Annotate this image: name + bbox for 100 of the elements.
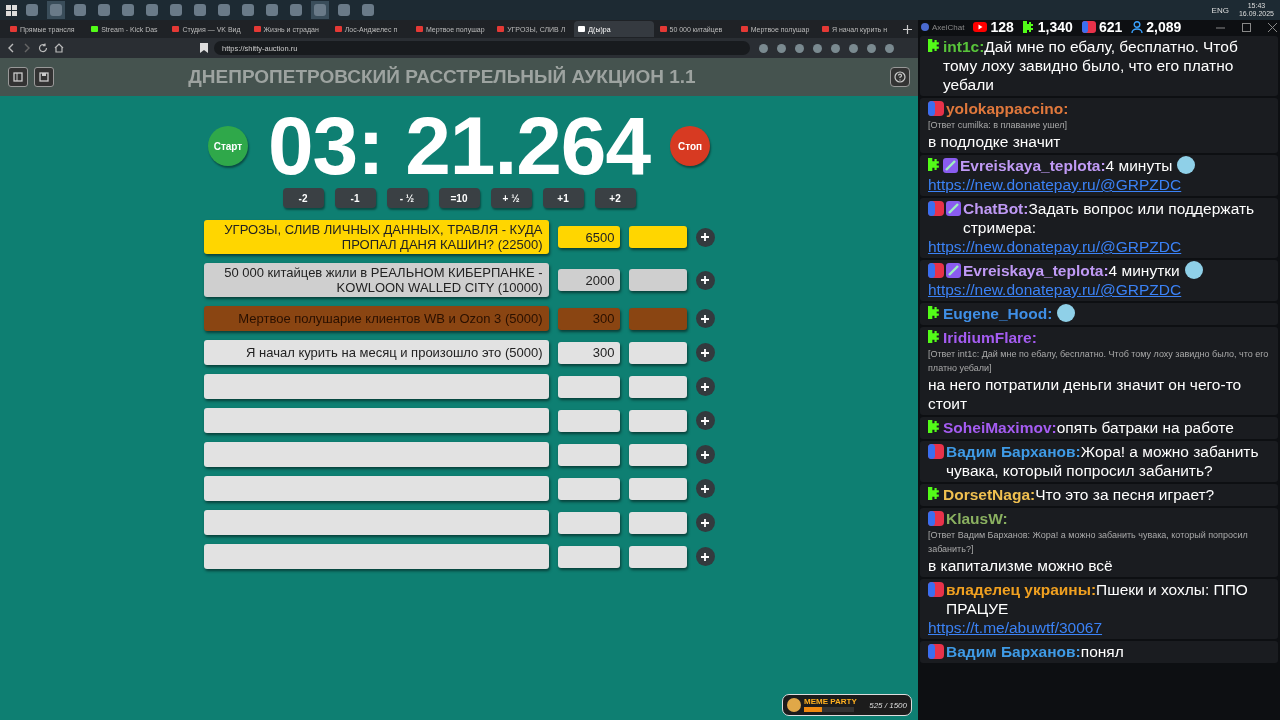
- time-adjust-button[interactable]: +1: [542, 188, 584, 208]
- app-icon[interactable]: [359, 1, 377, 19]
- time-adjust-button[interactable]: - ½: [386, 188, 428, 208]
- add-button[interactable]: [695, 227, 715, 247]
- lot-amount-field[interactable]: [557, 545, 620, 568]
- chat-link[interactable]: https://t.me/abuwtf/30067: [928, 619, 1103, 636]
- bid-input-field[interactable]: [628, 341, 687, 364]
- add-button[interactable]: [695, 547, 715, 566]
- plus-icon: [701, 416, 709, 425]
- forward-icon[interactable]: [22, 43, 32, 53]
- time-adjust-button[interactable]: + ½: [490, 188, 532, 208]
- add-button[interactable]: [695, 343, 715, 362]
- add-button[interactable]: [695, 513, 715, 532]
- app-icon[interactable]: [191, 1, 209, 19]
- page-title: ДНЕПРОПЕТРОВСКИЙ РАССТРЕЛЬНЫЙ АУКЦИОН 1.1: [187, 66, 697, 88]
- lot-amount-field[interactable]: 6500: [557, 226, 620, 248]
- app-icon[interactable]: [71, 1, 89, 19]
- app-icon[interactable]: [239, 1, 257, 19]
- app-icon[interactable]: [47, 1, 65, 19]
- plus-icon: [701, 552, 709, 561]
- home-icon[interactable]: [54, 43, 64, 53]
- add-button[interactable]: [695, 309, 715, 328]
- lot-name-field[interactable]: [203, 374, 549, 399]
- close-icon[interactable]: [1268, 22, 1277, 32]
- new-tab-icon[interactable]: [903, 24, 913, 34]
- bid-input-field[interactable]: [628, 409, 687, 432]
- lot-amount-field[interactable]: 2000: [557, 269, 620, 291]
- bid-input-field[interactable]: [628, 477, 687, 500]
- lot-name-field[interactable]: [203, 476, 549, 501]
- menu-button[interactable]: [8, 67, 28, 87]
- lot-amount-field[interactable]: [557, 409, 620, 432]
- app-icon[interactable]: [95, 1, 113, 19]
- bid-input-field[interactable]: [628, 375, 687, 398]
- lot-amount-field[interactable]: [557, 511, 620, 534]
- lot-name-field[interactable]: [203, 544, 549, 569]
- add-button[interactable]: [695, 445, 715, 464]
- chat-message-text: Evreiskaya_teplota:4 минуты: [960, 156, 1173, 175]
- plus-icon: [701, 518, 709, 527]
- language-indicator[interactable]: ENG: [1211, 5, 1229, 15]
- app-icon[interactable]: [119, 1, 137, 19]
- time-adjust-button[interactable]: -2: [282, 188, 324, 208]
- plus-icon: [701, 314, 709, 323]
- windows-logo-icon[interactable]: [6, 4, 17, 16]
- lot-name-field[interactable]: УГРОЗЫ, СЛИВ ЛИЧНЫХ ДАННЫХ, ТРАВЛЯ - КУДА ПРОПАЛ ДАНЯ КАШИН? (22500): [203, 220, 549, 254]
- add-button[interactable]: [695, 377, 715, 396]
- time-adjust-button[interactable]: -1: [334, 188, 376, 208]
- bid-input-field[interactable]: [628, 269, 687, 291]
- widget-count: 525 / 1500: [869, 700, 907, 710]
- lot-amount-field[interactable]: [557, 443, 620, 466]
- add-button[interactable]: [695, 411, 715, 430]
- bookmark-icon[interactable]: [200, 43, 208, 53]
- viewer-count: 621: [1098, 19, 1123, 35]
- chat-message-text: в подлодке значит: [928, 132, 1062, 151]
- chat-message-text: KlausW:: [946, 509, 1008, 528]
- app-name: AxelChat: [932, 22, 965, 32]
- chat-message-text: int1c:Дай мне по ебалу, бесплатно. Чтоб тому лоху завидно было, что его платно уебали: [943, 37, 1239, 94]
- bid-input-field[interactable]: [628, 307, 687, 330]
- help-button[interactable]: [890, 67, 910, 87]
- app-icon[interactable]: [311, 1, 329, 19]
- bid-input-field[interactable]: [628, 443, 687, 466]
- question-icon: [894, 71, 906, 83]
- back-icon[interactable]: [6, 43, 16, 53]
- save-button[interactable]: [34, 67, 54, 87]
- app-icon[interactable]: [287, 1, 305, 19]
- plus-icon: [701, 348, 709, 357]
- maximize-icon[interactable]: [1242, 22, 1251, 32]
- bid-input-field[interactable]: [628, 511, 687, 534]
- bid-input-field[interactable]: [628, 545, 687, 568]
- lot-amount-field[interactable]: [557, 375, 620, 398]
- bid-input-field[interactable]: [628, 226, 687, 248]
- time-adjust-button[interactable]: +2: [594, 188, 636, 208]
- lot-name-field[interactable]: Я начал курить на месяц и произошло это (5000): [203, 340, 549, 365]
- stop-button[interactable]: Стоп: [670, 126, 711, 166]
- chat-link[interactable]: https://new.donatepay.ru/@GRPZDC: [928, 238, 1182, 255]
- chat-link[interactable]: https://new.donatepay.ru/@GRPZDC: [928, 281, 1182, 298]
- plus-icon: [701, 233, 709, 241]
- add-button[interactable]: [695, 479, 715, 498]
- app-icon[interactable]: [167, 1, 185, 19]
- chat-message-text: Eugene_Hood:: [943, 304, 1053, 323]
- app-icon[interactable]: [215, 1, 233, 19]
- reload-icon[interactable]: [38, 43, 48, 53]
- lot-name-field[interactable]: [203, 510, 549, 535]
- lot-name-field[interactable]: [203, 408, 549, 433]
- chat-message-text: SoheiMaximov:опять батраки на работе: [943, 418, 1234, 437]
- chat-link[interactable]: https://new.donatepay.ru/@GRPZDC: [928, 176, 1182, 193]
- app-icon[interactable]: [143, 1, 161, 19]
- app-icon[interactable]: [23, 1, 41, 19]
- sidebar-icon: [13, 72, 23, 82]
- lot-amount-field[interactable]: [557, 477, 620, 500]
- lot-name-field[interactable]: 50 000 китайцев жили в РЕАЛЬНОМ КИБЕРПАНКЕ - KOWLOON WALLED CITY (10000): [203, 263, 549, 297]
- chat-message-text: ChatBot:Задать вопрос или поддержать стримера:: [963, 199, 1256, 237]
- chat-message-text: Вадим Барханов:понял: [946, 642, 1124, 661]
- app-icon[interactable]: [263, 1, 281, 19]
- reply-quote: [Ответ int1c: Дай мне по ебалу, бесплатно. Чтоб тому лоху завидно было, что его платно уебали]: [928, 348, 1270, 375]
- viewer-count: 2,089: [1146, 19, 1182, 35]
- app-icon[interactable]: [335, 1, 353, 19]
- time-adjust-button[interactable]: =10: [438, 188, 480, 208]
- lot-amount-field[interactable]: 300: [557, 341, 620, 364]
- lot-name-field[interactable]: [203, 442, 549, 467]
- add-button[interactable]: [695, 270, 715, 290]
